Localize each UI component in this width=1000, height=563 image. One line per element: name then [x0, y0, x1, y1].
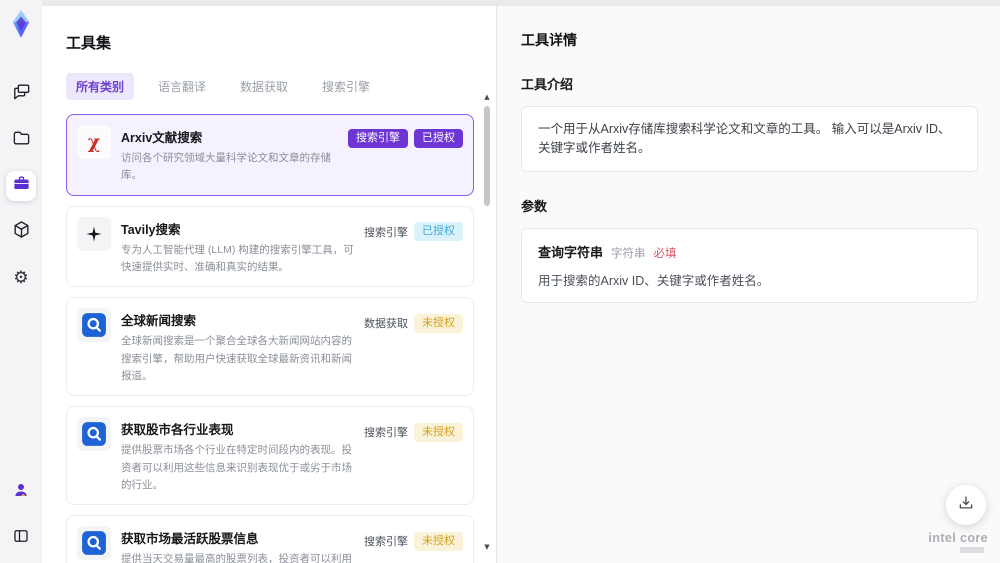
category-label: 搜索引擎 — [364, 427, 408, 440]
tool-name: 全球新闻搜索 — [121, 314, 197, 329]
sidebar-collapse-button[interactable] — [6, 523, 36, 553]
cube-icon — [12, 220, 31, 244]
parameter-card: 查询字符串 字符串 必填 用于搜索的Arxiv ID、关键字或作者姓名。 — [521, 227, 978, 303]
app-logo-icon — [6, 9, 36, 39]
tool-description: 专为人工智能代理 (LLM) 构建的搜索引擎工具，可快速提供实时、准确和真实的结… — [121, 243, 354, 273]
page-title: 工具集 — [66, 35, 112, 52]
four-point-star-icon — [77, 216, 111, 251]
status-badge: 已授权 — [414, 129, 463, 149]
toolbox-icon — [12, 174, 31, 198]
sidebar-item-tools[interactable] — [6, 171, 36, 201]
status-badge: 未授权 — [414, 313, 463, 333]
tool-name: 获取市场最活跃股票信息 — [121, 532, 259, 547]
download-button[interactable] — [946, 485, 986, 525]
tool-list-item-arxiv[interactable]: χ Arxiv文献搜索 访问各个研究领域大量科学论文和文章的存储库。 搜索引擎 … — [66, 114, 474, 196]
intro-heading: 工具介绍 — [521, 77, 574, 92]
scrollbar-thumb[interactable] — [484, 106, 490, 206]
tool-name: Tavily搜索 — [121, 222, 181, 237]
tool-list-item-sector-performance[interactable]: 获取股市各行业表现 提供股票市场各个行业在特定时间段内的表现。投资者可以利用这些… — [66, 406, 474, 506]
sidebar-item-account[interactable] — [6, 477, 36, 507]
sidebar-item-files[interactable] — [6, 125, 36, 155]
category-label: 搜索引擎 — [364, 226, 408, 239]
sidebar-item-packages[interactable] — [6, 217, 36, 247]
tool-description: 全球新闻搜索是一个聚合全球各大新闻网站内容的搜索引擎，帮助用户快速获取全球最新资… — [121, 335, 352, 382]
tool-detail-panel: 工具详情 工具介绍 一个用于从Arxiv存储库搜索科学论文和文章的工具。 输入可… — [497, 6, 1000, 563]
tool-intro-text: 一个用于从Arxiv存储库搜索科学论文和文章的工具。 输入可以是Arxiv ID… — [521, 106, 978, 172]
scroll-down-icon[interactable]: ▼ — [484, 544, 489, 551]
tool-description: 提供股票市场各个行业在特定时间段内的表现。投资者可以利用这些信息来识别表现优于或… — [121, 444, 352, 491]
download-icon — [957, 494, 975, 517]
param-type: 字符串 — [611, 247, 646, 260]
category-label: 搜索引擎 — [364, 536, 408, 549]
category-label: 数据获取 — [364, 318, 408, 331]
tool-name: 获取股市各行业表现 — [121, 423, 234, 438]
chat-icon — [12, 82, 31, 106]
tool-description: 访问各个研究领域大量科学论文和文章的存储库。 — [121, 152, 331, 182]
app-window: ⚙ 工具集 所有类别 语言翻译 数据获取 搜索引擎 χ Arxiv文献搜索 访问… — [0, 0, 1000, 563]
status-badge: 未授权 — [414, 422, 463, 442]
sidebar-item-chat[interactable] — [6, 79, 36, 109]
tab-data-fetch[interactable]: 数据获取 — [230, 73, 298, 100]
tab-language-translation[interactable]: 语言翻译 — [148, 73, 216, 100]
tab-search-engine[interactable]: 搜索引擎 — [312, 73, 380, 100]
brand-sub-mark — [960, 547, 984, 553]
category-tabs: 所有类别 语言翻译 数据获取 搜索引擎 — [66, 73, 496, 100]
panel-toggle-icon — [12, 527, 30, 550]
category-badge: 搜索引擎 — [348, 129, 408, 149]
tool-list-item-tavily[interactable]: Tavily搜索 专为人工智能代理 (LLM) 构建的搜索引擎工具，可快速提供实… — [66, 205, 474, 288]
left-rail: ⚙ — [0, 0, 42, 563]
status-badge: 已授权 — [414, 222, 463, 242]
status-badge: 未授权 — [414, 531, 463, 551]
param-name: 查询字符串 — [538, 244, 604, 260]
brand-text: intel core — [928, 531, 988, 545]
tool-list: χ Arxiv文献搜索 访问各个研究领域大量科学论文和文章的存储库。 搜索引擎 … — [66, 114, 496, 563]
params-heading: 参数 — [521, 198, 548, 214]
scroll-up-icon[interactable]: ▲ — [484, 94, 489, 101]
arxiv-logo-icon: χ — [77, 125, 111, 159]
tool-list-item-most-active-stocks[interactable]: 获取市场最活跃股票信息 提供当天交易量最高的股票列表，投资者可以利用这些信息来识… — [66, 515, 474, 563]
news-search-logo-icon — [77, 526, 111, 561]
folder-icon — [12, 128, 31, 152]
tool-name: Arxiv文献搜索 — [121, 131, 203, 145]
gear-icon: ⚙ — [13, 267, 29, 288]
param-required-flag: 必填 — [653, 247, 677, 260]
tool-description: 提供当天交易量最高的股票列表，投资者可以利用这些信息来识别流动性强的股票和潜在的… — [121, 553, 352, 563]
tab-all-categories[interactable]: 所有类别 — [66, 73, 135, 100]
list-scrollbar[interactable]: ▲ ▼ — [481, 94, 493, 551]
intel-core-logo: intel core — [928, 531, 988, 553]
tools-list-panel: 工具集 所有类别 语言翻译 数据获取 搜索引擎 χ Arxiv文献搜索 访问各个… — [42, 6, 497, 563]
sidebar-item-settings[interactable]: ⚙ — [6, 263, 36, 293]
news-search-logo-icon — [77, 417, 111, 452]
user-avatar-icon — [12, 481, 30, 504]
news-search-logo-icon — [77, 308, 111, 343]
tool-list-item-global-news[interactable]: 全球新闻搜索 全球新闻搜索是一个聚合全球各大新闻网站内容的搜索引擎，帮助用户快速… — [66, 297, 474, 397]
param-description: 用于搜索的Arxiv ID、关键字或作者姓名。 — [538, 273, 770, 288]
detail-panel-title: 工具详情 — [521, 32, 577, 48]
